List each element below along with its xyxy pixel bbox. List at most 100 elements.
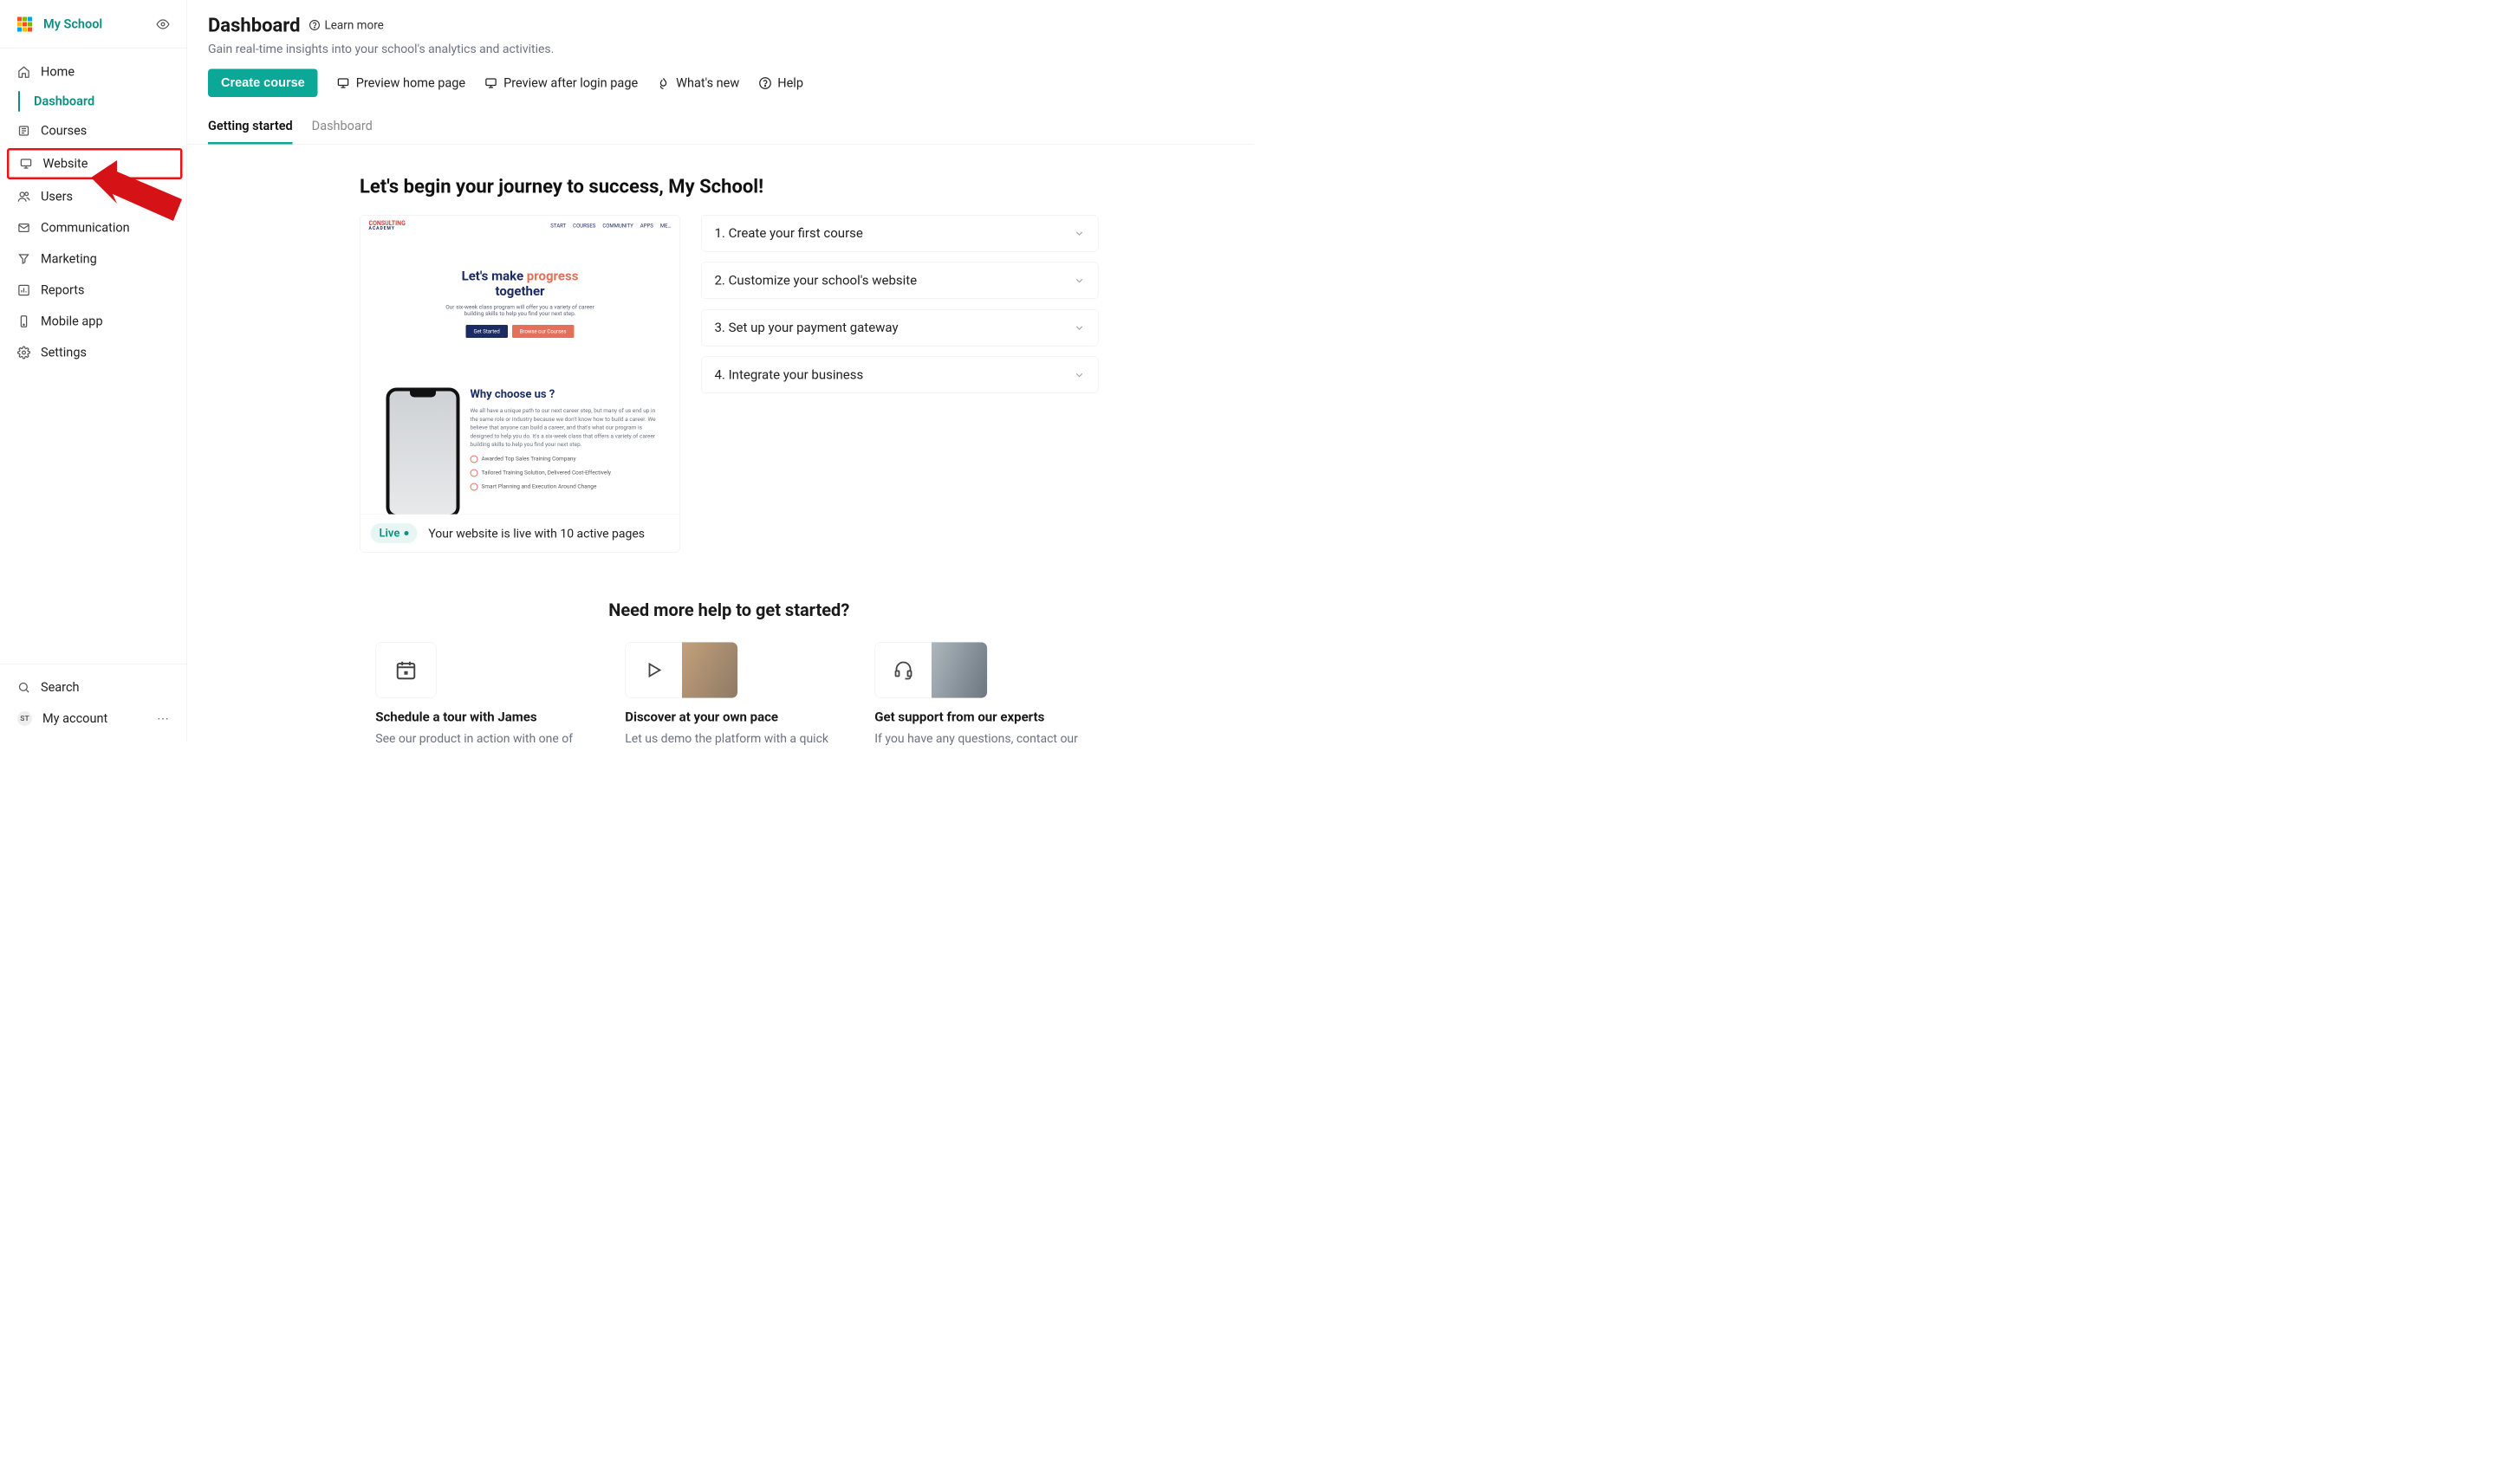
chevron-down-icon [1074, 228, 1085, 239]
demo-thumbnail [682, 643, 737, 698]
help-link[interactable]: Help [758, 75, 803, 90]
link-label: Preview after login page [503, 75, 638, 90]
page-header: Dashboard Learn more Gain real-time insi… [208, 14, 1233, 145]
tab-content: Let's begin your journey to success, My … [208, 145, 1233, 747]
preview-home-link[interactable]: Preview home page [337, 75, 465, 90]
nav-label: Settings [41, 346, 87, 360]
help-card-desc: If you have any questions, contact our [874, 730, 1082, 748]
phone-mockup [386, 388, 460, 515]
nav-label: Courses [41, 124, 87, 139]
chevron-down-icon [1074, 322, 1085, 334]
tab-dashboard[interactable]: Dashboard [312, 112, 373, 145]
whats-new-link[interactable]: What's new [657, 75, 739, 90]
step-customize-website[interactable]: 2. Customize your school's website [701, 262, 1099, 300]
tab-getting-started[interactable]: Getting started [208, 112, 293, 145]
help-card-title: Discover at your own pace [625, 710, 833, 725]
flame-icon [657, 76, 670, 89]
help-card-support[interactable]: Get support from our experts If you have… [874, 642, 1082, 747]
mail-icon [17, 222, 30, 235]
sidebar-item-mobile-app[interactable]: Mobile app [0, 306, 187, 337]
chevron-down-icon [1074, 275, 1085, 286]
step-label: 1. Create your first course [715, 226, 863, 242]
sidebar-search[interactable]: Search [0, 672, 187, 703]
learn-more-link[interactable]: Learn more [309, 18, 384, 32]
courses-icon [17, 125, 30, 138]
sidebar-footer: Search ST My account ··· [0, 664, 187, 742]
nav-label: Home [41, 65, 75, 80]
step-create-course[interactable]: 1. Create your first course [701, 215, 1099, 252]
sidebar-item-users[interactable]: Users [0, 181, 187, 212]
website-card-footer: Live Your website is live with 10 active… [360, 515, 680, 553]
monitor-icon [20, 158, 33, 171]
monitor-icon [337, 76, 350, 89]
step-label: 3. Set up your payment gateway [715, 321, 899, 336]
help-card-tour[interactable]: Schedule a tour with James See our produ… [375, 642, 583, 747]
search-icon [17, 681, 30, 694]
step-label: 4. Integrate your business [715, 367, 864, 383]
nav-label: Users [41, 190, 73, 204]
nav-label: Dashboard [25, 94, 94, 109]
nav-label: Reports [41, 283, 85, 298]
preview-choose-section: Why choose us ? We all have a unique pat… [360, 371, 680, 514]
preview-navbar: CONSULTING ACADEMY START COURSES COMMUNI… [360, 216, 680, 237]
gear-icon [17, 347, 30, 360]
sidebar-item-courses[interactable]: Courses [0, 115, 187, 146]
live-badge: Live [371, 523, 418, 543]
nav-label: Website [43, 157, 88, 172]
link-label: Learn more [325, 18, 384, 32]
preview-after-login-link[interactable]: Preview after login page [484, 75, 638, 90]
page-subtitle: Gain real-time insights into your school… [208, 42, 1233, 56]
nav-label: Marketing [41, 252, 97, 267]
monitor-icon [484, 76, 497, 89]
link-label: Help [777, 75, 803, 90]
more-icon[interactable]: ··· [158, 711, 170, 726]
sidebar-nav: Home Dashboard Courses Website Users [0, 49, 187, 664]
logo-icon[interactable] [17, 16, 32, 31]
help-card-title: Schedule a tour with James [375, 710, 583, 725]
main-content: Dashboard Learn more Gain real-time insi… [187, 0, 1254, 773]
help-card-desc: See our product in action with one of [375, 730, 583, 748]
header-actions: Create course Preview home page Preview … [208, 69, 1233, 98]
tabs: Getting started Dashboard [187, 112, 1254, 145]
eye-icon [157, 17, 170, 30]
nav-label: Communication [41, 221, 130, 236]
live-status-text: Your website is live with 10 active page… [428, 526, 645, 541]
page-title: Dashboard [208, 14, 301, 36]
website-preview-card: CONSULTING ACADEMY START COURSES COMMUNI… [360, 215, 680, 553]
help-section: Need more help to get started? Schedule … [360, 600, 1099, 748]
step-payment-gateway[interactable]: 3. Set up your payment gateway [701, 309, 1099, 347]
chart-icon [17, 284, 30, 297]
sidebar-header: My School [0, 0, 187, 49]
create-course-button[interactable]: Create course [208, 69, 318, 98]
preview-hero: Let's make progress together Our six-wee… [360, 237, 680, 371]
visibility-toggle[interactable] [157, 17, 170, 30]
sidebar-item-communication[interactable]: Communication [0, 212, 187, 243]
sidebar-item-dashboard[interactable]: Dashboard [0, 87, 187, 115]
nav-label: Search [41, 680, 80, 695]
nav-label: Mobile app [41, 314, 103, 329]
sidebar-item-home[interactable]: Home [0, 56, 187, 87]
chevron-down-icon [1074, 369, 1085, 380]
help-circle-icon [758, 76, 771, 89]
preview-logo: CONSULTING ACADEMY [369, 221, 406, 231]
website-preview[interactable]: CONSULTING ACADEMY START COURSES COMMUNI… [360, 216, 680, 515]
step-integrate-business[interactable]: 4. Integrate your business [701, 357, 1099, 394]
sidebar-item-website[interactable]: Website [7, 148, 183, 179]
sidebar-item-marketing[interactable]: Marketing [0, 243, 187, 275]
sidebar-item-reports[interactable]: Reports [0, 275, 187, 306]
help-card-demo[interactable]: Discover at your own pace Let us demo th… [625, 642, 833, 747]
sidebar-item-settings[interactable]: Settings [0, 337, 187, 368]
onboarding-row: CONSULTING ACADEMY START COURSES COMMUNI… [360, 215, 1099, 553]
help-card-desc: Let us demo the platform with a quick [625, 730, 833, 748]
support-thumbnail [932, 643, 987, 698]
help-cards: Schedule a tour with James See our produ… [360, 642, 1099, 747]
home-icon [17, 66, 30, 79]
preview-nav-links: START COURSES COMMUNITY APPS ME… [550, 223, 671, 229]
brand-name[interactable]: My School [43, 16, 102, 31]
funnel-icon [17, 253, 30, 266]
link-label: Preview home page [356, 75, 465, 90]
mobile-icon [17, 315, 30, 328]
step-label: 2. Customize your school's website [715, 273, 918, 288]
sidebar-account[interactable]: ST My account ··· [0, 703, 187, 735]
nav-label: My account [42, 711, 107, 726]
